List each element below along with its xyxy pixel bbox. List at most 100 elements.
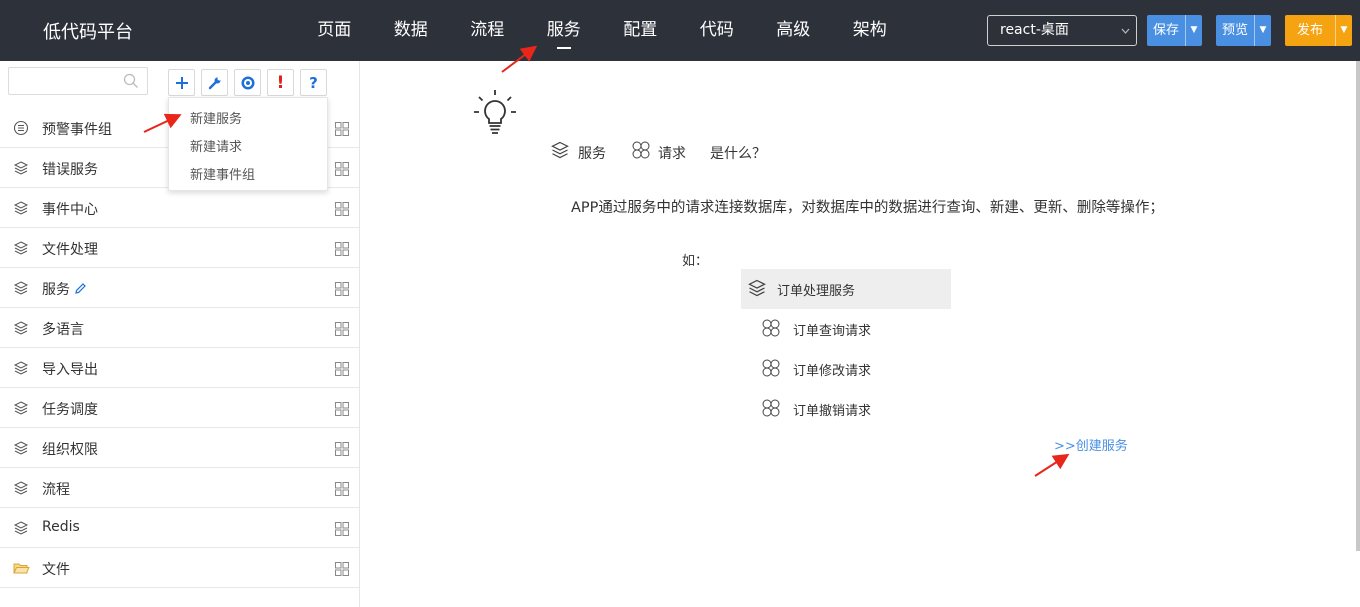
clover-icon — [761, 358, 781, 382]
example-request-row: 订单修改请求 — [741, 349, 951, 389]
list-item-label: 错误服务 — [42, 162, 98, 178]
menu-item-new-request[interactable]: 新建请求 — [190, 136, 242, 155]
list-circle-icon — [13, 120, 29, 140]
list-item[interactable]: 导入导出 — [0, 348, 359, 388]
scrollbar[interactable] — [1356, 61, 1360, 551]
grid-icon[interactable] — [335, 201, 349, 220]
nav-advanced[interactable]: 高级 — [755, 0, 832, 61]
example-service-row: 订单处理服务 — [741, 269, 951, 309]
request-label: 请求 — [658, 146, 686, 162]
nav-architecture[interactable]: 架构 — [832, 0, 909, 61]
top-bar: 低代码平台 页面 数据 流程 服务 配置 代码 高级 架构 react-桌面 保… — [0, 0, 1360, 61]
publish-dropdown-caret-icon[interactable]: ▼ — [1335, 15, 1353, 46]
layers-icon — [13, 480, 29, 500]
main-nav: 页面 数据 流程 服务 配置 代码 高级 架构 — [296, 0, 908, 61]
layers-icon — [747, 278, 767, 302]
layers-icon — [13, 520, 29, 540]
list-item-label: 多语言 — [42, 322, 84, 338]
list-item[interactable]: 服务 — [0, 268, 359, 308]
service-label: 服务 — [578, 146, 606, 162]
nav-data[interactable]: 数据 — [373, 0, 450, 61]
list-item-label: 组织权限 — [42, 442, 98, 458]
list-item[interactable]: Redis — [0, 508, 359, 548]
layers-icon — [550, 140, 570, 164]
grid-icon[interactable] — [335, 481, 349, 500]
list-item[interactable]: 任务调度 — [0, 388, 359, 428]
nav-flow[interactable]: 流程 — [449, 0, 526, 61]
grid-icon[interactable] — [335, 561, 349, 580]
question-icon: ? — [309, 73, 318, 92]
grid-icon[interactable] — [335, 321, 349, 340]
environment-select-value: react-桌面 — [1000, 22, 1069, 38]
nav-config[interactable]: 配置 — [602, 0, 679, 61]
menu-item-new-service[interactable]: 新建服务 — [190, 108, 242, 127]
list-item[interactable]: 文件处理 — [0, 228, 359, 268]
layers-icon — [13, 360, 29, 380]
list-item-label: Redis — [42, 519, 80, 535]
pencil-icon[interactable] — [74, 280, 87, 299]
example-request-label: 订单修改请求 — [793, 364, 872, 379]
grid-icon[interactable] — [335, 441, 349, 460]
target-icon — [241, 76, 254, 89]
create-service-link[interactable]: >>创建服务 — [1054, 435, 1128, 454]
plus-icon — [175, 76, 188, 89]
target-button[interactable] — [234, 69, 261, 96]
app-title: 低代码平台 — [43, 22, 133, 43]
list-item-label: 任务调度 — [42, 402, 98, 418]
list-item-label: 流程 — [42, 482, 70, 498]
save-dropdown-caret-icon[interactable]: ▼ — [1185, 15, 1203, 46]
search-icon — [123, 73, 139, 93]
list-item-label: 文件处理 — [42, 242, 98, 258]
grid-icon[interactable] — [335, 521, 349, 540]
nav-service[interactable]: 服务 — [526, 0, 603, 61]
list-item-label: 事件中心 — [42, 202, 98, 218]
folder-icon — [13, 560, 30, 580]
search-input[interactable] — [8, 67, 148, 95]
preview-button-group: 预览 ▼ — [1216, 15, 1272, 46]
help-button[interactable]: ? — [300, 69, 327, 96]
list-item[interactable]: 流程 — [0, 468, 359, 508]
list-item-label: 导入导出 — [42, 362, 98, 378]
preview-button[interactable]: 预览 — [1216, 15, 1255, 46]
save-button-group: 保存 ▼ — [1147, 15, 1203, 46]
wrench-icon — [208, 76, 221, 89]
preview-dropdown-caret-icon[interactable]: ▼ — [1254, 15, 1272, 46]
grid-icon[interactable] — [335, 241, 349, 260]
example-service-label: 订单处理服务 — [777, 284, 856, 299]
menu-item-new-event-group[interactable]: 新建事件组 — [190, 164, 255, 183]
nav-page[interactable]: 页面 — [296, 0, 373, 61]
layers-icon — [13, 320, 29, 340]
clover-icon — [631, 140, 651, 164]
grid-icon[interactable] — [335, 361, 349, 380]
example-request-row: 订单撤销请求 — [741, 389, 951, 429]
nav-code[interactable]: 代码 — [679, 0, 756, 61]
example-prefix: 如： — [682, 254, 709, 269]
warning-button[interactable]: ! — [267, 69, 294, 96]
list-item[interactable]: 组织权限 — [0, 428, 359, 468]
settings-button[interactable] — [201, 69, 228, 96]
layers-icon — [13, 240, 29, 260]
publish-button[interactable]: 发布 — [1285, 15, 1336, 46]
grid-icon[interactable] — [335, 161, 349, 180]
layers-icon — [13, 440, 29, 460]
publish-button-group: 发布 ▼ — [1285, 15, 1353, 46]
grid-icon[interactable] — [335, 121, 349, 140]
exclamation-icon: ! — [276, 72, 285, 93]
question-text: 是什么？ — [710, 146, 766, 162]
list-item[interactable]: 多语言 — [0, 308, 359, 348]
list-item[interactable]: 文件 — [0, 548, 359, 588]
list-item-label: 服务 — [42, 282, 70, 298]
description-text: APP通过服务中的请求连接数据库，对数据库中的数据进行查询、新建、更新、删除等操… — [571, 200, 1164, 216]
grid-icon[interactable] — [335, 281, 349, 300]
clover-icon — [761, 398, 781, 422]
save-button[interactable]: 保存 — [1147, 15, 1186, 46]
environment-select[interactable]: react-桌面 — [987, 15, 1137, 46]
list-item-label: 预警事件组 — [42, 122, 112, 138]
list-item[interactable]: 事件中心 — [0, 188, 359, 228]
clover-icon — [761, 318, 781, 342]
add-dropdown-menu: 新建服务 新建请求 新建事件组 — [168, 97, 328, 191]
layers-icon — [13, 160, 29, 180]
grid-icon[interactable] — [335, 401, 349, 420]
add-button[interactable] — [168, 69, 195, 96]
example-request-label: 订单撤销请求 — [793, 404, 872, 419]
